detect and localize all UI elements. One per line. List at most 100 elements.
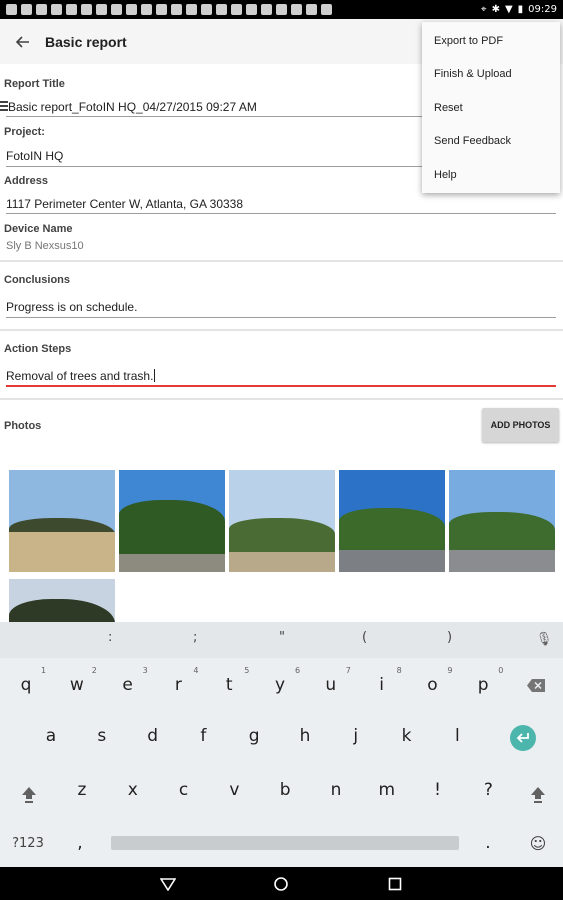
text-cursor (154, 369, 156, 382)
photo-thumbnail[interactable] (9, 470, 115, 572)
card-icon (231, 4, 242, 15)
action-steps-field[interactable]: Removal of trees and trash. (6, 369, 156, 383)
key-k[interactable]: k (392, 721, 422, 751)
navigation-bar (0, 867, 563, 900)
menu-help[interactable]: Help (422, 158, 560, 192)
address-underline (6, 213, 556, 214)
linkedin-icon (261, 4, 272, 15)
twitter-icon (66, 4, 77, 15)
key-g[interactable]: g (239, 721, 269, 751)
key-l[interactable]: l (442, 721, 472, 751)
suggestion-strip: : ; " ( ) 🎙 (0, 622, 563, 658)
snowflake-icon (96, 4, 107, 15)
suggestion-semicolon[interactable]: ; (193, 630, 197, 645)
home-nav-icon[interactable] (272, 875, 290, 893)
suggestion-quote[interactable]: " (279, 630, 285, 645)
warning-icon (291, 4, 302, 15)
menu-export-pdf[interactable]: Export to PDF (422, 24, 560, 58)
suggestion-colon[interactable]: : (108, 630, 112, 645)
key-b[interactable]: b (270, 775, 300, 805)
key-h[interactable]: h (290, 721, 320, 751)
back-arrow-icon[interactable] (3, 22, 43, 62)
snowflake-icon (126, 4, 137, 15)
backspace-key[interactable] (524, 674, 548, 696)
key-n[interactable]: n (321, 775, 351, 805)
action-steps-label: Action Steps (4, 343, 72, 355)
page-title: Basic report (45, 33, 127, 50)
space-key[interactable] (111, 836, 459, 850)
key-hint: 4 (193, 666, 199, 675)
key-v[interactable]: v (219, 775, 249, 805)
key-d[interactable]: d (138, 721, 168, 751)
twitter-icon (186, 4, 197, 15)
key-a[interactable]: a (36, 721, 66, 751)
key-i[interactable]: i (367, 670, 397, 700)
bluetooth-icon: ✱ (491, 4, 500, 15)
photos-label: Photos (4, 420, 42, 432)
overflow-menu: Export to PDF Finish & Upload Reset Send… (422, 22, 560, 193)
comma-key[interactable]: , (70, 830, 90, 856)
photo-thumbnail[interactable] (449, 470, 555, 572)
photo-thumbnail[interactable] (119, 470, 225, 572)
twitter-icon (111, 4, 122, 15)
key-f[interactable]: f (188, 721, 218, 751)
snowflake-icon (141, 4, 152, 15)
section-divider (0, 398, 563, 400)
menu-send-feedback[interactable]: Send Feedback (422, 125, 560, 159)
key-c[interactable]: c (169, 775, 199, 805)
shift-left-key[interactable] (16, 782, 42, 808)
address-field[interactable]: 1117 Perimeter Center W, Atlanta, GA 303… (6, 197, 243, 211)
section-divider (0, 329, 563, 331)
photo-thumbnail[interactable] (229, 470, 335, 572)
suggestion-close-paren[interactable]: ) (447, 630, 452, 645)
text-selection-handle[interactable] (0, 101, 8, 111)
conclusions-label: Conclusions (4, 274, 71, 286)
photo-thumbnail[interactable] (9, 579, 115, 623)
key-t[interactable]: t (214, 670, 244, 700)
photo-thumbnail[interactable] (339, 470, 445, 572)
device-name-label: Device Name (4, 223, 73, 235)
enter-key[interactable] (510, 725, 536, 751)
key-q[interactable]: q (11, 670, 41, 700)
add-photos-button[interactable]: ADD PHOTOS (482, 408, 559, 442)
key-m[interactable]: m (372, 775, 402, 805)
action-steps-underline (6, 385, 556, 387)
key-p[interactable]: p (468, 670, 498, 700)
menu-finish-upload[interactable]: Finish & Upload (422, 58, 560, 92)
image-icon (36, 4, 47, 15)
recents-nav-icon[interactable] (386, 875, 404, 893)
key-s[interactable]: s (87, 721, 117, 751)
key-u[interactable]: u (316, 670, 346, 700)
menu-reset[interactable]: Reset (422, 91, 560, 125)
emoji-key[interactable]: ☺ (526, 830, 550, 856)
key-x[interactable]: x (118, 775, 148, 805)
key-o[interactable]: o (417, 670, 447, 700)
calendar-icon (21, 4, 32, 15)
symbols-key[interactable]: ?123 (8, 832, 48, 854)
key-y[interactable]: y (265, 670, 295, 700)
key-hint: 2 (91, 666, 97, 675)
back-nav-icon[interactable] (159, 875, 177, 893)
device-name-value: Sly B Nexsus10 (6, 240, 84, 252)
key-j[interactable]: j (341, 721, 371, 751)
conclusions-field[interactable]: Progress is on schedule. (6, 300, 137, 314)
wifi-icon: ▼ (504, 4, 513, 15)
conclusions-underline (6, 317, 556, 318)
bag-icon (321, 4, 332, 15)
key-hint: 1 (41, 666, 47, 675)
suggestion-open-paren[interactable]: ( (362, 630, 367, 645)
period-key[interactable]: . (478, 830, 498, 856)
key-w[interactable]: w (62, 670, 92, 700)
shift-right-key[interactable] (525, 782, 551, 808)
report-title-field[interactable]: Basic report_FotoIN HQ_04/27/2015 09:27 … (8, 100, 257, 114)
project-label: Project: (4, 126, 45, 138)
key-e[interactable]: e (113, 670, 143, 700)
key-r[interactable]: r (163, 670, 193, 700)
project-field[interactable]: FotoIN HQ (6, 149, 63, 163)
status-bar: ⌖ ✱ ▼ ▮ 09:29 (0, 0, 563, 19)
gmail-icon (6, 4, 17, 15)
key-![interactable]: ! (423, 775, 453, 805)
key-?[interactable]: ? (473, 775, 503, 805)
key-z[interactable]: z (67, 775, 97, 805)
mic-icon[interactable]: 🎙 (535, 630, 553, 648)
